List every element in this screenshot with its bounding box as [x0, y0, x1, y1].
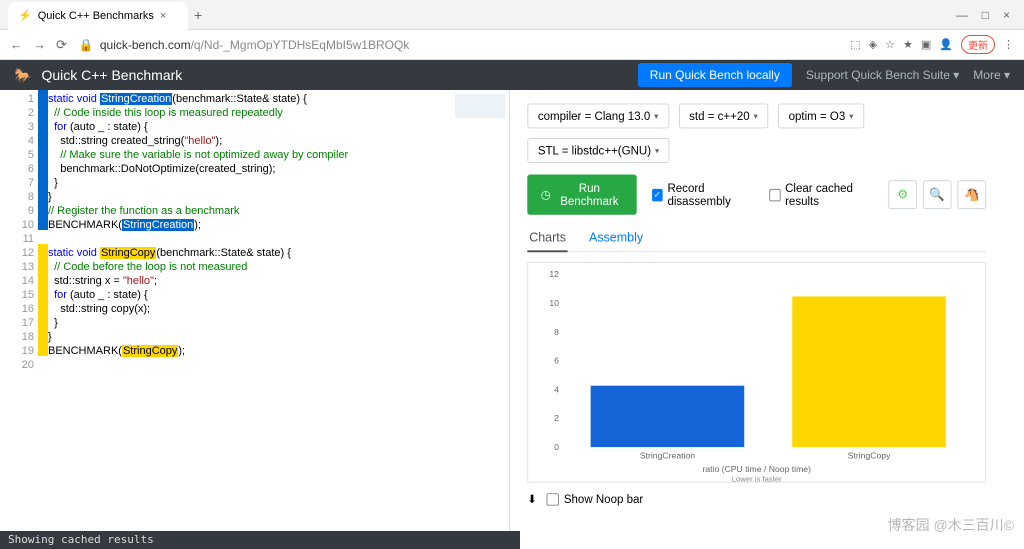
close-window-icon[interactable]: ×	[1003, 8, 1010, 22]
tab-title: Quick C++ Benchmarks	[38, 10, 154, 22]
search-icon[interactable]: 🔍	[923, 180, 952, 209]
app-title: Quick C++ Benchmark	[41, 67, 182, 83]
minimap[interactable]	[455, 94, 505, 134]
chart-axis-title: ratio (CPU time / Noop time)	[528, 464, 985, 474]
share-icon[interactable]: 🐴	[957, 180, 986, 209]
line-marks	[38, 90, 48, 370]
support-link[interactable]: Support Quick Bench Suite ▾	[806, 68, 959, 82]
results-panel: compiler = Clang 13.0 std = c++20 optim …	[510, 90, 1003, 513]
stl-select[interactable]: STL = libstdc++(GNU)	[527, 138, 670, 163]
url-input[interactable]: 🔒 quick-bench.com/q/Nd-_MgmOpYTDHsEqMbI5…	[79, 38, 409, 52]
back-icon[interactable]: ←	[10, 37, 23, 53]
stopwatch-icon: ◷	[541, 188, 551, 201]
clear-cache-checkbox[interactable]: Clear cached results	[770, 181, 873, 208]
extension-icon[interactable]: ☆	[885, 38, 895, 51]
forward-icon[interactable]: →	[33, 37, 46, 53]
run-local-button[interactable]: Run Quick Bench locally	[638, 63, 792, 87]
reload-icon[interactable]: ⟳	[56, 37, 67, 53]
maximize-icon[interactable]: □	[982, 8, 989, 22]
browser-titlebar: ⚡ Quick C++ Benchmarks × + — □ ×	[0, 0, 1024, 30]
new-tab-button[interactable]: +	[194, 7, 202, 23]
extension-icon[interactable]: ★	[903, 38, 913, 51]
line-gutter: 1234567891011121314151617181920	[0, 90, 38, 372]
url-host: quick-bench.com	[100, 38, 191, 52]
extension-icon[interactable]: ◈	[869, 38, 877, 51]
run-benchmark-button[interactable]: ◷Run Benchmark	[527, 174, 636, 214]
close-icon[interactable]: ×	[160, 10, 166, 22]
tab-charts[interactable]: Charts	[527, 224, 568, 252]
menu-icon[interactable]: ⋮	[1003, 38, 1014, 51]
profile-icon[interactable]: 👤	[939, 38, 953, 51]
show-noop-checkbox[interactable]: Show Noop bar	[547, 492, 644, 505]
compiler-select[interactable]: compiler = Clang 13.0	[527, 103, 669, 128]
more-link[interactable]: More ▾	[973, 68, 1010, 82]
status-bar: Showing cached results	[0, 531, 520, 549]
godbolt-icon[interactable]: ⚙	[888, 180, 917, 209]
address-bar: ← → ⟳ 🔒 quick-bench.com/q/Nd-_MgmOpYTDHs…	[0, 30, 1024, 60]
logo-icon: 🐎	[14, 67, 31, 84]
chart: 024681012 StringCreationStringCopy ratio…	[527, 262, 986, 483]
download-icon[interactable]: ⬇	[527, 492, 537, 505]
chart-axis-subtitle: Lower is faster	[528, 475, 985, 484]
update-button[interactable]: 更新	[961, 35, 995, 54]
code-content[interactable]: static void StringCreation(benchmark::St…	[48, 90, 348, 372]
window-controls: — □ ×	[956, 8, 1024, 22]
app-header: 🐎 Quick C++ Benchmark Run Quick Bench lo…	[0, 60, 1024, 90]
lock-icon: 🔒	[79, 38, 94, 52]
extension-icon[interactable]: ▣	[921, 38, 931, 51]
watermark: 博客园 @木三百川©	[888, 515, 1014, 535]
record-disassembly-checkbox[interactable]: ✓Record disassembly	[652, 181, 754, 208]
code-editor[interactable]: 1234567891011121314151617181920 static v…	[0, 90, 510, 531]
std-select[interactable]: std = c++20	[679, 103, 769, 128]
tab-assembly[interactable]: Assembly	[587, 224, 645, 251]
url-path: /q/Nd-_MgmOpYTDHsEqMbI5w1BROQk	[191, 38, 410, 52]
optim-select[interactable]: optim = O3	[778, 103, 864, 128]
minimize-icon[interactable]: —	[956, 8, 968, 22]
extension-icon[interactable]: ⬚	[850, 38, 860, 51]
tab-favicon: ⚡	[18, 9, 32, 22]
browser-tab[interactable]: ⚡ Quick C++ Benchmarks ×	[8, 2, 188, 30]
